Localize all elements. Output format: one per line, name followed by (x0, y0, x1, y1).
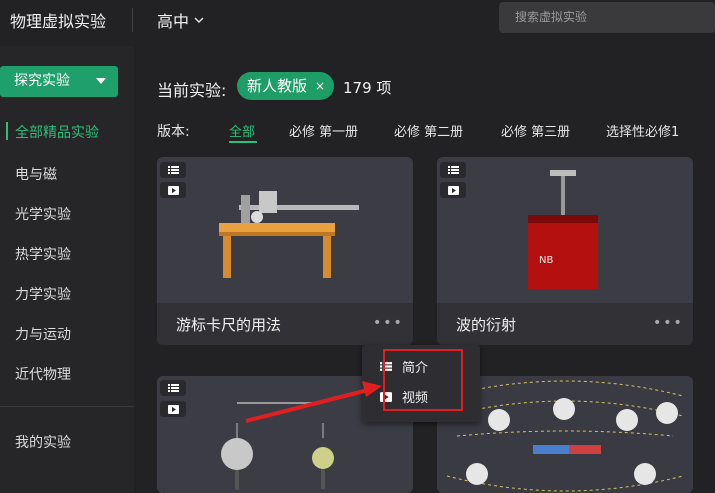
annotation-arrow (245, 381, 382, 423)
